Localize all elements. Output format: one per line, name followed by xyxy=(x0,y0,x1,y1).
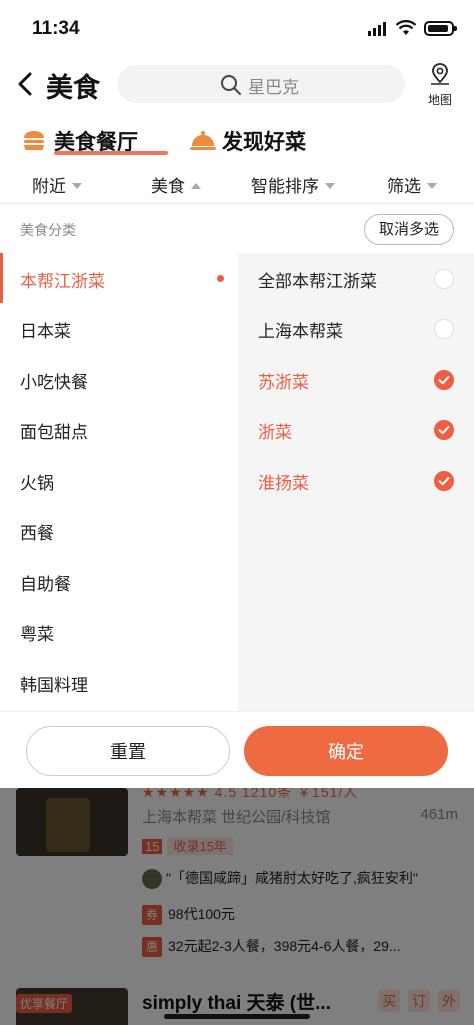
reset-button[interactable]: 重置 xyxy=(26,726,230,776)
chevron-down-icon xyxy=(72,182,82,189)
status-time: 11:34 xyxy=(32,18,80,39)
category-list: 本帮江浙菜 日本菜 小吃快餐 面包甜点 火锅 西餐 自助餐 粤菜 韩国料理 xyxy=(0,253,238,711)
category-item-label: 面包甜点 xyxy=(20,423,88,442)
category-item[interactable]: 小吃快餐 xyxy=(0,354,238,404)
confirm-button[interactable]: 确定 xyxy=(244,726,448,776)
chevron-down-icon xyxy=(427,182,437,189)
subcategory-list: 全部本帮江浙菜 上海本帮菜 苏浙菜 浙菜 淮扬菜 xyxy=(238,253,474,711)
category-item-label: 粤菜 xyxy=(20,625,54,644)
tab-active-underline xyxy=(54,151,168,155)
active-marker xyxy=(0,253,3,303)
category-item-label: 本帮江浙菜 xyxy=(20,272,105,291)
category-title: 美食分类 xyxy=(20,222,76,238)
subcategory-item[interactable]: 浙菜 xyxy=(238,404,474,454)
status-bar: 11:34 xyxy=(0,0,474,58)
category-item-label: 自助餐 xyxy=(20,575,71,594)
map-button[interactable]: 地图 xyxy=(420,62,460,108)
filter-bar: 附近 美食 智能排序 筛选 xyxy=(0,166,474,204)
back-arrow-icon[interactable] xyxy=(12,66,42,102)
checkbox-unchecked-icon xyxy=(434,319,454,339)
home-indicator xyxy=(164,1014,310,1019)
action-bar: 重置 确定 xyxy=(0,711,474,788)
chevron-up-icon xyxy=(191,182,201,189)
category-item[interactable]: 粤菜 xyxy=(0,606,238,656)
tab-discover-dishes-label: 发现好菜 xyxy=(222,131,306,154)
filter-sort-label: 智能排序 xyxy=(251,177,319,196)
subcategory-label: 全部本帮江浙菜 xyxy=(258,272,377,291)
category-item-label: 韩国料理 xyxy=(20,676,88,695)
search-icon xyxy=(221,75,241,95)
wifi-icon xyxy=(396,20,416,35)
category-item-label: 火锅 xyxy=(20,474,54,493)
category-item[interactable]: 日本菜 xyxy=(0,303,238,353)
nav-bar: 美食 星巴克 地图 xyxy=(0,58,474,110)
search-input[interactable]: 星巴克 xyxy=(117,65,405,103)
category-header: 美食分类 取消多选 xyxy=(0,204,474,252)
category-item[interactable]: 面包甜点 xyxy=(0,404,238,454)
category-item-label: 日本菜 xyxy=(20,322,71,341)
subcategory-item[interactable]: 淮扬菜 xyxy=(238,455,474,505)
category-item[interactable]: 韩国料理 xyxy=(0,657,238,707)
signal-icon xyxy=(368,22,386,36)
tab-bar: 美食餐厅 发现好菜 xyxy=(0,120,474,164)
category-item[interactable]: 自助餐 xyxy=(0,556,238,606)
category-item-label: 西餐 xyxy=(20,524,54,543)
selected-dot xyxy=(217,275,224,282)
subcategory-label: 上海本帮菜 xyxy=(258,322,343,341)
burger-icon xyxy=(24,131,44,150)
dish-cover-icon xyxy=(190,131,216,150)
filter-sort[interactable]: 智能排序 xyxy=(251,172,335,197)
filter-more-label: 筛选 xyxy=(387,177,421,196)
filter-cuisine[interactable]: 美食 xyxy=(151,172,201,197)
battery-icon xyxy=(424,21,457,36)
checkbox-checked-icon xyxy=(434,471,454,491)
map-label: 地图 xyxy=(427,93,452,107)
category-item[interactable]: 火锅 xyxy=(0,455,238,505)
map-pin-icon xyxy=(431,63,449,85)
dim-overlay[interactable] xyxy=(0,788,474,1025)
chevron-down-icon xyxy=(325,182,335,189)
search-placeholder: 星巴克 xyxy=(248,78,299,97)
checkbox-unchecked-icon xyxy=(434,269,454,289)
subcategory-label: 苏浙菜 xyxy=(258,373,309,392)
page-title: 美食 xyxy=(46,73,100,103)
subcategory-item[interactable]: 苏浙菜 xyxy=(238,354,474,404)
category-item[interactable]: 本帮江浙菜 xyxy=(0,253,238,303)
checkbox-checked-icon xyxy=(434,370,454,390)
subcategory-item[interactable]: 上海本帮菜 xyxy=(238,303,474,353)
subcategory-label: 浙菜 xyxy=(258,423,292,442)
filter-cuisine-label: 美食 xyxy=(151,177,185,196)
cancel-multi-select-button[interactable]: 取消多选 xyxy=(363,214,454,245)
subcategory-label: 淮扬菜 xyxy=(258,474,309,493)
category-item[interactable]: 西餐 xyxy=(0,505,238,555)
filter-nearby[interactable]: 附近 xyxy=(32,172,82,197)
filter-more[interactable]: 筛选 xyxy=(387,172,437,197)
category-item-label: 小吃快餐 xyxy=(20,373,88,392)
filter-nearby-label: 附近 xyxy=(32,177,66,196)
subcategory-item[interactable]: 全部本帮江浙菜 xyxy=(238,253,474,303)
checkbox-checked-icon xyxy=(434,420,454,440)
